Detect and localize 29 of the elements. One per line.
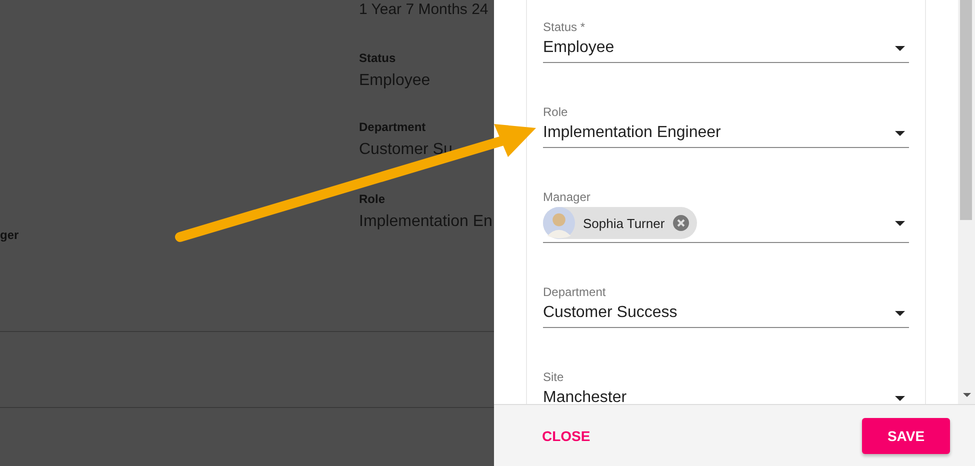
save-button[interactable]: SAVE <box>862 418 950 454</box>
scroll-down-icon[interactable] <box>963 393 971 397</box>
close-button[interactable]: CLOSE <box>542 428 590 444</box>
tenure-text: 1 Year 7 Months 24 <box>359 0 490 20</box>
field-label: Status * <box>543 20 586 34</box>
field-label: ger <box>0 228 19 242</box>
field-label: Role <box>543 105 569 119</box>
field-label: Department <box>359 119 427 135</box>
field-label: Role <box>359 191 386 207</box>
caret-icon <box>895 310 905 316</box>
scrollbar-thumb[interactable] <box>960 0 972 220</box>
select-field[interactable]: Customer Success <box>543 299 909 328</box>
field-label: Department <box>543 285 607 299</box>
caret-icon <box>895 130 905 136</box>
field-value: Employee <box>359 71 432 91</box>
field-value: Implementation En <box>359 212 492 232</box>
remove-icon[interactable] <box>672 215 689 231</box>
caret-icon <box>895 396 905 400</box>
person-chip[interactable]: Sophia Turner <box>543 207 697 239</box>
field-label: Manager <box>543 190 592 204</box>
scrollbar[interactable] <box>958 0 975 404</box>
avatar-icon <box>543 207 575 239</box>
select-field[interactable]: Employee <box>543 34 909 63</box>
select-field[interactable]: Implementation Engineer <box>543 119 909 148</box>
select-field[interactable]: Sophia Turner <box>543 204 909 243</box>
caret-icon <box>895 46 905 50</box>
field-label: Status <box>359 50 397 66</box>
caret-icon <box>895 220 905 226</box>
field-label: Site <box>543 370 565 384</box>
